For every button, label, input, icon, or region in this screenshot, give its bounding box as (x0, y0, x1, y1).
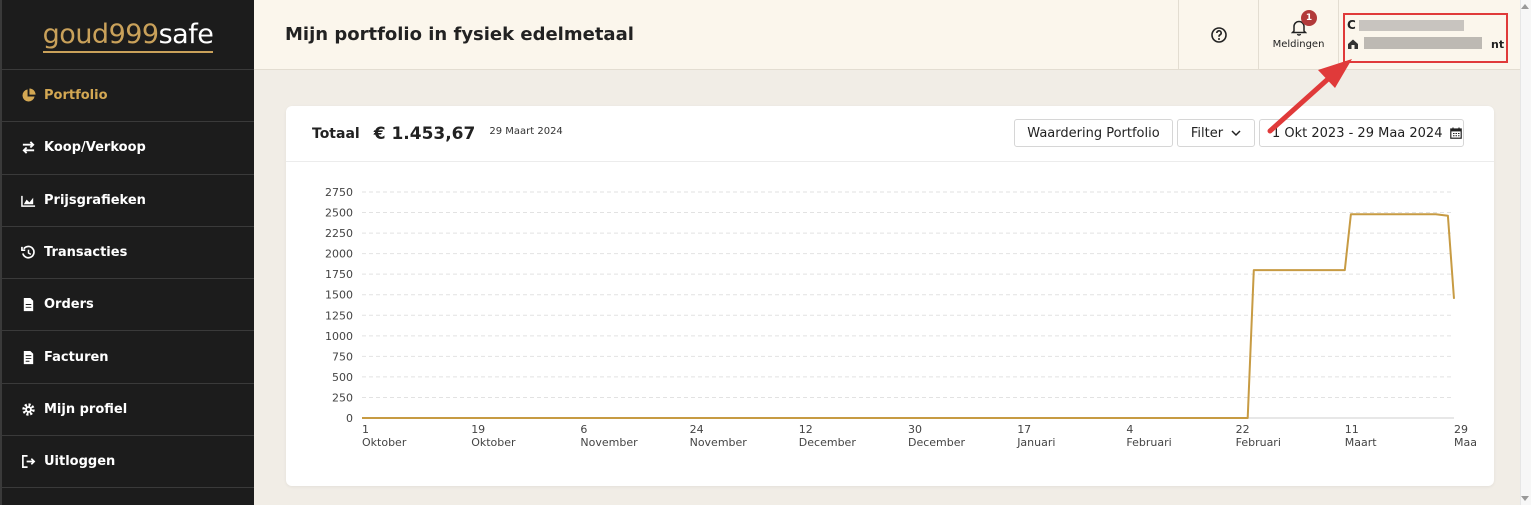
gear-icon (20, 401, 36, 417)
x-tick-label: Maart (1345, 436, 1377, 449)
sidebar-item-label: Facturen (44, 349, 109, 365)
y-tick-label: 1250 (325, 309, 353, 322)
date-range-label: 1 Okt 2023 - 29 Maa 2024 (1272, 125, 1443, 141)
y-tick-label: 1000 (325, 330, 353, 343)
logo-part-gold: goud999 (42, 19, 159, 50)
chevron-down-icon (1231, 130, 1241, 137)
x-tick-label: 30 (908, 423, 922, 436)
page-title: Mijn portfolio in fysiek edelmetaal (285, 24, 634, 45)
y-tick-label: 250 (332, 391, 353, 404)
sidebar-item-label: Portfolio (44, 88, 108, 104)
sidebar-item-portfolio[interactable]: Portfolio (2, 70, 254, 123)
scroll-up-arrow-icon[interactable] (1521, 4, 1529, 9)
portfolio-card: Totaal € 1.453,67 29 Maart 2024 Waarderi… (286, 106, 1494, 486)
y-tick-label: 0 (346, 412, 353, 425)
sidebar-item-label: Mijn profiel (44, 401, 128, 417)
series-line (362, 213, 1455, 419)
date-range-picker[interactable]: 1 Okt 2023 - 29 Maa 2024 (1259, 119, 1464, 147)
x-tick-label: Oktober (362, 436, 407, 449)
portfolio-value-chart: 0 250 500 750 1000 1250 1500 1750 2000 2250 2500 27… (325, 186, 1477, 449)
y-tick-label: 2500 (325, 207, 353, 220)
x-tick-label: 29 (1454, 423, 1468, 436)
y-tick-label: 2250 (325, 227, 353, 240)
sidebar-item-uitloggen[interactable]: Uitloggen (2, 436, 254, 489)
sidebar-item-transacties[interactable]: Transacties (2, 227, 254, 280)
x-tick-label: 11 (1345, 423, 1359, 436)
x-tick-label: 24 (690, 423, 704, 436)
calendar-icon (1450, 127, 1463, 139)
scroll-down-arrow-icon[interactable] (1521, 496, 1529, 501)
x-tick-label: 1 (362, 423, 369, 436)
logout-icon (20, 454, 36, 470)
x-tick-label: 17 (1017, 423, 1031, 436)
x-tick-label: December (908, 436, 966, 449)
history-icon (20, 245, 36, 261)
x-tick-label: 12 (799, 423, 813, 436)
x-tick-label: Februari (1236, 436, 1281, 449)
y-tick-label: 2750 (325, 186, 353, 199)
sidebar: goud999safe Portfolio Koop/Verkoop Prijs… (0, 0, 254, 505)
filter-button[interactable]: Filter (1177, 119, 1255, 147)
logo-part-white: safe (158, 19, 214, 50)
exchange-arrows-icon (20, 140, 36, 156)
logo[interactable]: goud999safe (2, 0, 254, 70)
sidebar-item-label: Uitloggen (44, 454, 116, 470)
filter-label: Filter (1190, 125, 1224, 141)
x-tick-label: Maa (1454, 436, 1477, 449)
x-tick-label: Februari (1126, 436, 1171, 449)
x-tick-label: November (580, 436, 638, 449)
sidebar-item-label: Koop/Verkoop (44, 140, 146, 156)
sidebar-item-label: Prijsgrafieken (44, 192, 146, 208)
question-circle-icon (1210, 26, 1227, 43)
x-tick-label: Januari (1016, 436, 1055, 449)
waardering-portfolio-button[interactable]: Waardering Portfolio (1014, 119, 1173, 147)
sidebar-item-koop-verkoop[interactable]: Koop/Verkoop (2, 122, 254, 175)
x-tick-label: 4 (1126, 423, 1133, 436)
y-tick-label: 1750 (325, 268, 353, 281)
sidebar-item-mijn-profiel[interactable]: Mijn profiel (2, 384, 254, 437)
x-tick-label: 22 (1236, 423, 1250, 436)
invoice-icon (20, 349, 36, 365)
sidebar-item-prijsgrafieken[interactable]: Prijsgrafieken (2, 175, 254, 227)
x-tick-label: 19 (471, 423, 485, 436)
y-tick-label: 1500 (325, 289, 353, 302)
sidebar-item-orders[interactable]: Orders (2, 279, 254, 332)
notification-count-badge: 1 (1301, 9, 1317, 26)
x-tick-label: Oktober (471, 436, 516, 449)
y-tick-label: 2000 (325, 248, 353, 261)
total-date: 29 Maart 2024 (489, 126, 563, 137)
notifications-button[interactable]: 1 Meldingen (1258, 0, 1338, 70)
logo-underline (42, 51, 214, 53)
area-chart-icon (20, 192, 36, 208)
y-tick-label: 500 (332, 371, 353, 384)
help-button[interactable] (1178, 0, 1258, 70)
x-tick-label: 6 (580, 423, 587, 436)
sidebar-item-label: Transacties (44, 245, 128, 261)
x-tick-label: December (799, 436, 857, 449)
total-value: € 1.453,67 (373, 123, 476, 144)
top-header: Mijn portfolio in fysiek edelmetaal 1 Me… (254, 0, 1520, 70)
notifications-label: Meldingen (1272, 39, 1325, 50)
pie-chart-icon (20, 88, 36, 104)
total-label: Totaal (312, 125, 360, 142)
sidebar-item-label: Orders (44, 297, 94, 313)
document-icon (20, 297, 36, 313)
y-tick-label: 750 (332, 350, 353, 363)
sidebar-item-facturen[interactable]: Facturen (2, 331, 254, 384)
page-scrollbar[interactable] (1520, 0, 1531, 505)
x-tick-label: November (690, 436, 748, 449)
highlight-box (1343, 13, 1508, 63)
logo-text: goud999safe (42, 19, 214, 53)
